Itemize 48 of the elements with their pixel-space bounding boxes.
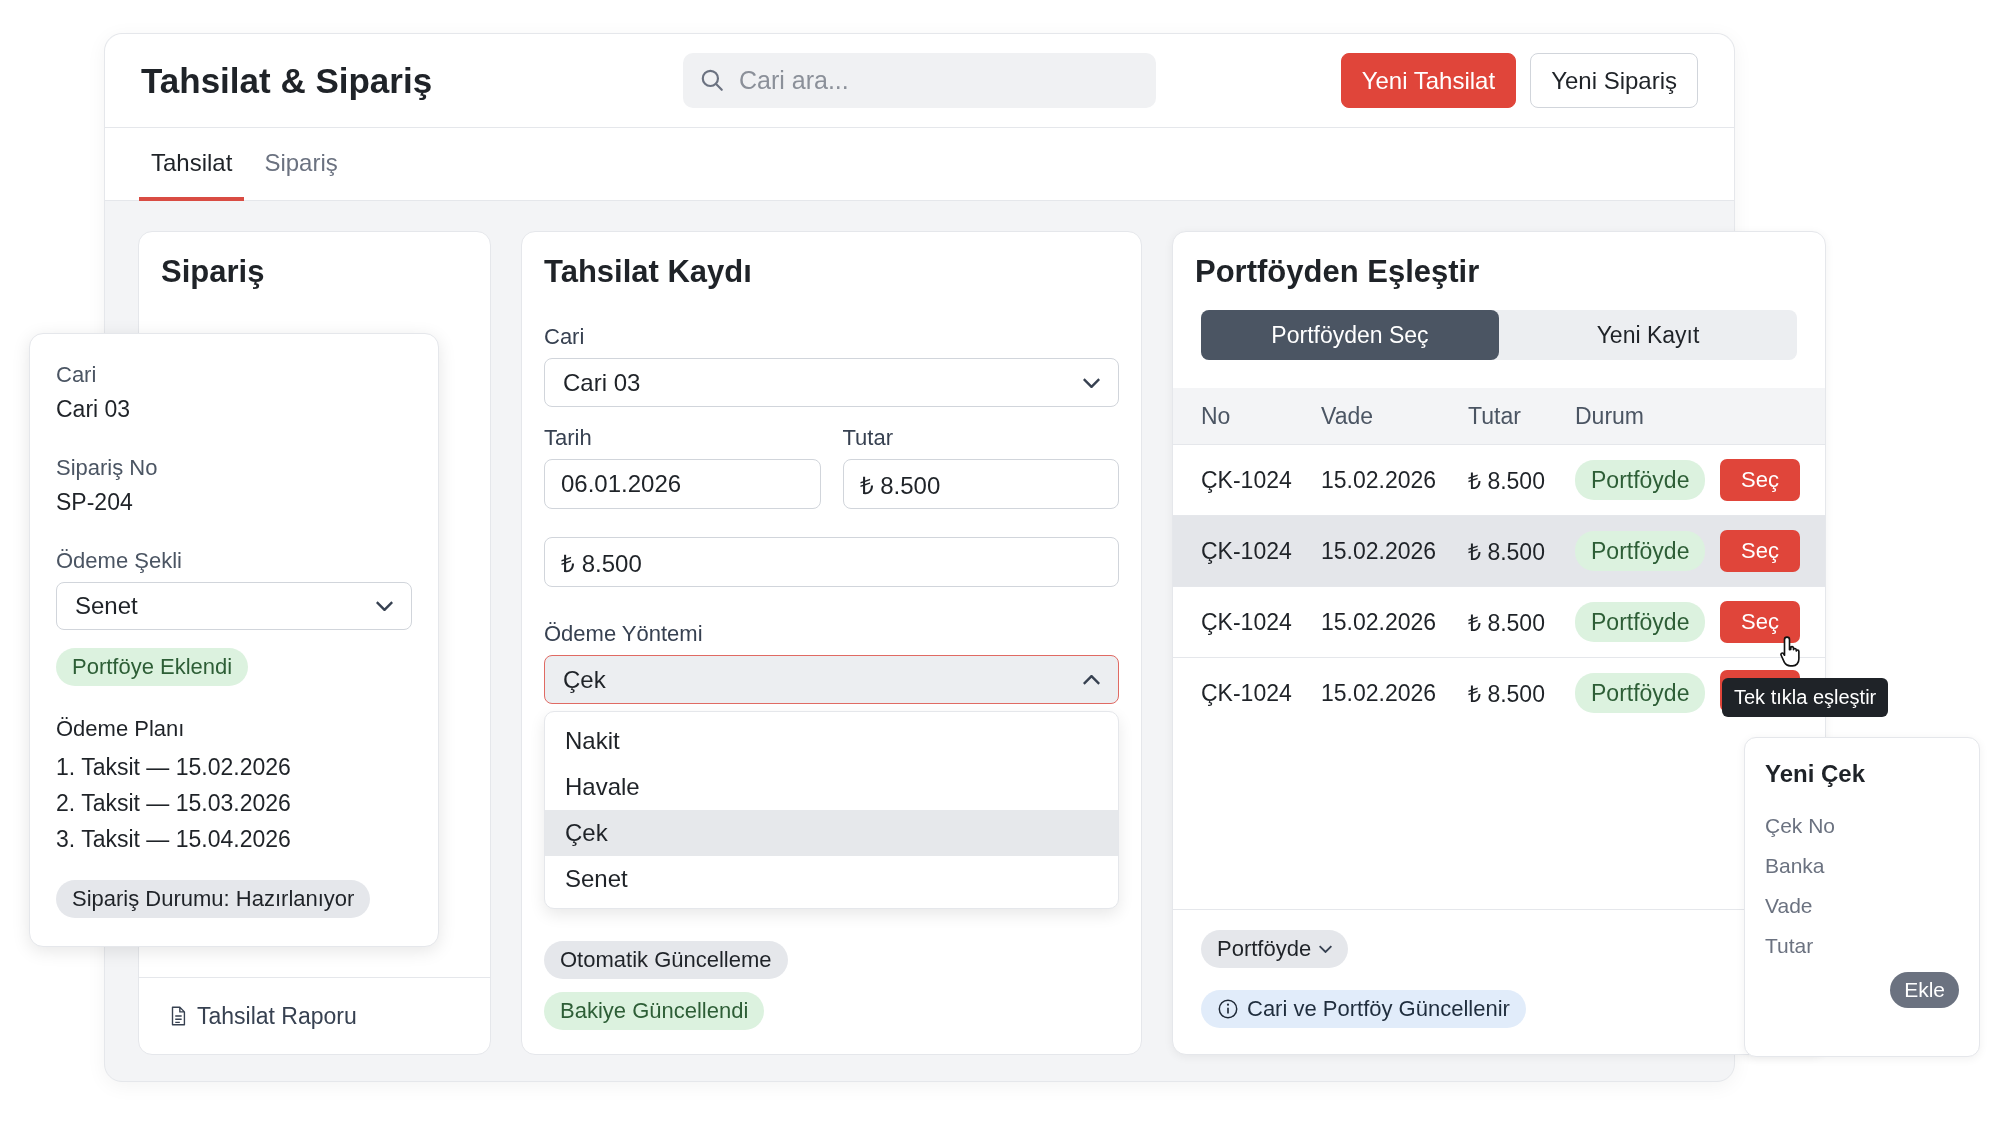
field-label: Tutar	[1765, 933, 1815, 959]
table-cell-text: 15.02.2026	[1321, 608, 1438, 636]
field-label: Sipariş No	[56, 455, 159, 481]
page-title: Tahsilat & Sipariş	[141, 60, 434, 101]
info-chip: Cari ve Portföy Güncellenir	[1201, 990, 1526, 1028]
column-header: Durum	[1575, 402, 1645, 430]
field-label: Vade	[1765, 893, 1814, 919]
field-label: Çek No	[1765, 813, 1837, 839]
table-cell-text: ÇK-1024	[1201, 608, 1293, 636]
column-header: Tutar	[1468, 402, 1522, 430]
card-title: Sipariş	[160, 254, 266, 290]
field-label: Cari	[544, 324, 586, 350]
installment-text: 3. Taksit — 15.04.2026	[56, 825, 292, 855]
installment-text: 1. Taksit — 15.02.2026	[56, 753, 292, 783]
table-cell-text: 15.02.2026	[1321, 466, 1438, 494]
column-header: No	[1201, 402, 1232, 430]
panel-title: Yeni Çek	[1765, 760, 1867, 788]
card-title: Portföyden Eşleştir	[1194, 254, 1481, 290]
field-label: Ödeme Yöntemi	[544, 621, 704, 647]
status-chip: Portföyde	[1575, 531, 1706, 571]
table-cell-text: ÇK-1024	[1201, 537, 1293, 565]
status-chip: Portföyde	[1575, 460, 1706, 500]
card-title: Tahsilat Kaydı	[544, 254, 753, 290]
field-label: Banka	[1765, 853, 1826, 879]
field-value: SP-204	[56, 489, 134, 516]
installment-text: 2. Taksit — 15.03.2026	[56, 789, 292, 819]
table-cell-text: 15.02.2026	[1321, 679, 1438, 707]
field-label: Tarih	[544, 425, 593, 451]
status-chip: Portföyde	[1575, 602, 1706, 642]
field-label: Ödeme Planı	[56, 715, 186, 742]
table-cell-text: ₺ 8.500	[1468, 680, 1546, 709]
table-cell-text: ÇK-1024	[1201, 466, 1293, 494]
field-label: Tutar	[842, 425, 895, 451]
field-label: Ödeme Şekli	[56, 548, 183, 574]
tooltip: Tek tıkla eşleştir	[1722, 678, 1889, 717]
status-chip: Portföyde	[1575, 673, 1706, 713]
status-chip: Bakiye Güncellendi	[544, 992, 765, 1030]
field-label: Cari	[56, 362, 98, 388]
status-chip: Portföye Eklendi	[56, 647, 249, 686]
table-cell-text: ₺ 8.500	[1468, 609, 1546, 638]
table-cell-text: ÇK-1024	[1201, 679, 1293, 707]
status-chip: Otomatik Güncelleme	[544, 941, 788, 979]
table-cell-text: ₺ 8.500	[1468, 467, 1546, 496]
table-cell-text: ₺ 8.500	[1468, 538, 1546, 567]
column-header: Vade	[1321, 402, 1374, 430]
field-value: Cari 03	[56, 396, 132, 423]
table-cell-text: 15.02.2026	[1321, 537, 1438, 565]
status-chip: Sipariş Durumu: Hazırlanıyor	[56, 880, 371, 918]
